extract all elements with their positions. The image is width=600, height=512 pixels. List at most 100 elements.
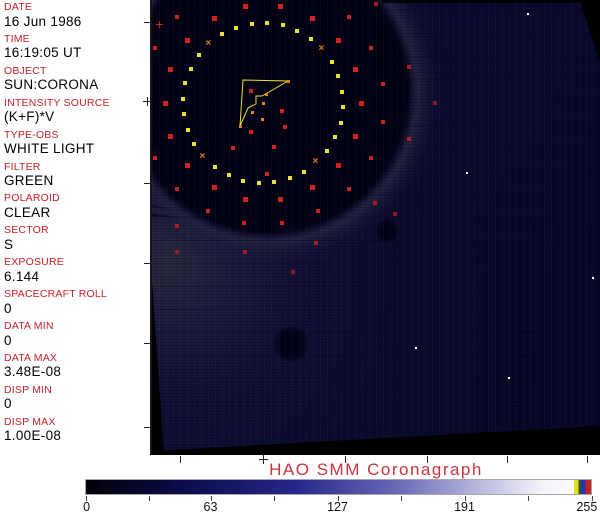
fiducial-cross-icon: ×	[312, 156, 319, 168]
ring-dot	[380, 119, 385, 124]
ring-dot	[290, 270, 295, 275]
ring-dot	[373, 200, 377, 205]
ring-dot	[380, 82, 385, 87]
ring-dot	[185, 127, 190, 132]
field-value: 3.48E-08	[4, 364, 62, 380]
ring-dot	[181, 96, 186, 101]
plus-marker	[159, 21, 160, 28]
ring-dot	[256, 180, 261, 185]
ring-dot	[213, 165, 218, 170]
ring-dot	[265, 21, 270, 26]
field-label: INTENSITY SOURCE	[4, 96, 110, 109]
ring-dot	[153, 46, 158, 51]
field-value: (K+F)*V	[4, 109, 55, 125]
white-speck	[415, 347, 417, 349]
metadata-field: DATE 16 Jun 1986	[4, 2, 148, 28]
ring-dot	[280, 109, 284, 113]
metadata-field: FILTER GREEN	[4, 160, 148, 188]
ring-dot	[243, 197, 249, 202]
field-value: 16:19:05 UT	[4, 45, 82, 61]
ring-dot	[272, 145, 276, 149]
ring-dot	[175, 15, 180, 20]
ring-dot	[336, 74, 341, 79]
metadata-field: TIME 16:19:05 UT	[4, 34, 148, 60]
left-axis-tick	[144, 22, 151, 23]
ring-dot	[309, 15, 315, 21]
ring-dot	[175, 186, 180, 191]
polygon-marker	[286, 79, 290, 83]
left-axis-tick	[144, 183, 151, 184]
colorbar-label: 191	[454, 500, 475, 512]
metadata-field: EXPOSURE 6.144	[4, 257, 148, 283]
colorbar-minor-tick	[274, 496, 275, 501]
ring-dot	[242, 220, 247, 225]
colorbar-minor-tick	[528, 496, 529, 501]
ring-dot	[183, 81, 188, 86]
ring-dot	[185, 37, 191, 43]
ring-dot	[325, 148, 330, 153]
metadata-field: DATA MAX 3.48E-08	[4, 353, 148, 379]
ring-dot	[192, 141, 197, 146]
field-label: SPACECRAFT ROLL	[4, 288, 107, 301]
ring-dot	[358, 100, 364, 106]
ring-dot	[283, 125, 287, 129]
polygon-marker	[264, 92, 268, 96]
colorbar	[85, 479, 592, 495]
ring-dot	[168, 66, 174, 72]
ring-dot	[352, 134, 358, 140]
colorbar-minor-tick	[148, 496, 150, 501]
ring-dot	[175, 224, 180, 229]
ring-dot	[277, 197, 283, 202]
metadata-field: DISP MAX 1.00E-08	[4, 417, 148, 443]
field-label: OBJECT	[4, 64, 47, 77]
coronagraph-display: DATE 16 Jun 1986 TIME 16:19:05 UT OBJECT SUN:…	[0, 0, 600, 512]
field-value: 0	[4, 300, 12, 316]
left-axis-tick	[144, 263, 151, 264]
ring-dot	[242, 249, 247, 254]
metadata-panel: DATE 16 Jun 1986 TIME 16:19:05 UT OBJECT SUN:…	[0, 0, 150, 470]
metadata-field: SPACECRAFT ROLL 0	[4, 289, 148, 315]
polygon-marker	[250, 110, 254, 114]
white-speck	[508, 377, 510, 379]
metadata-field: INTENSITY SOURCE (K+F)*V	[4, 98, 148, 124]
ring-dot	[368, 46, 373, 51]
field-value: SUN:CORONA	[4, 77, 99, 93]
ring-dot	[181, 112, 186, 117]
field-label: DATA MAX	[4, 351, 58, 364]
field-label: TYPE-OBS	[4, 128, 59, 141]
ring-dot	[243, 3, 249, 9]
field-value: 6.144	[4, 268, 40, 284]
field-label: DISP MIN	[4, 383, 53, 396]
ring-dot	[162, 100, 168, 106]
field-value: 1.00E-08	[4, 428, 62, 444]
ring-dot	[308, 36, 313, 41]
ring-dot	[329, 60, 334, 65]
metadata-field: OBJECT SUN:CORONA	[4, 66, 148, 92]
fiducial-dots-layer: × × × ×	[152, 0, 600, 455]
field-label: POLAROID	[4, 192, 60, 205]
ring-dot	[335, 163, 341, 169]
ring-dot	[188, 66, 193, 71]
field-label: DISP MAX	[4, 415, 56, 428]
field-value: CLEAR	[4, 204, 51, 220]
ring-dot	[220, 32, 225, 37]
ring-dot	[295, 28, 300, 33]
field-label: DATA MIN	[4, 320, 54, 332]
metadata-field: TYPE-OBS WHITE LIGHT	[4, 130, 148, 156]
ring-dot	[272, 180, 277, 185]
field-value: S	[4, 236, 14, 252]
ring-dot	[206, 208, 211, 213]
colorbar-label: 0	[83, 500, 91, 512]
polygon-marker	[261, 101, 265, 105]
left-axis-tick	[144, 427, 151, 428]
ring-dot	[406, 65, 411, 70]
polygon-marker	[238, 124, 242, 128]
ring-dot	[168, 134, 174, 140]
field-value: 0	[4, 396, 12, 412]
ring-dot	[280, 23, 285, 28]
image-title: HAO SMM Coronagraph	[269, 460, 483, 479]
field-label: FILTER	[4, 160, 41, 173]
ring-dot	[279, 220, 284, 225]
ring-dot	[309, 185, 315, 191]
ring-dot	[265, 172, 269, 176]
